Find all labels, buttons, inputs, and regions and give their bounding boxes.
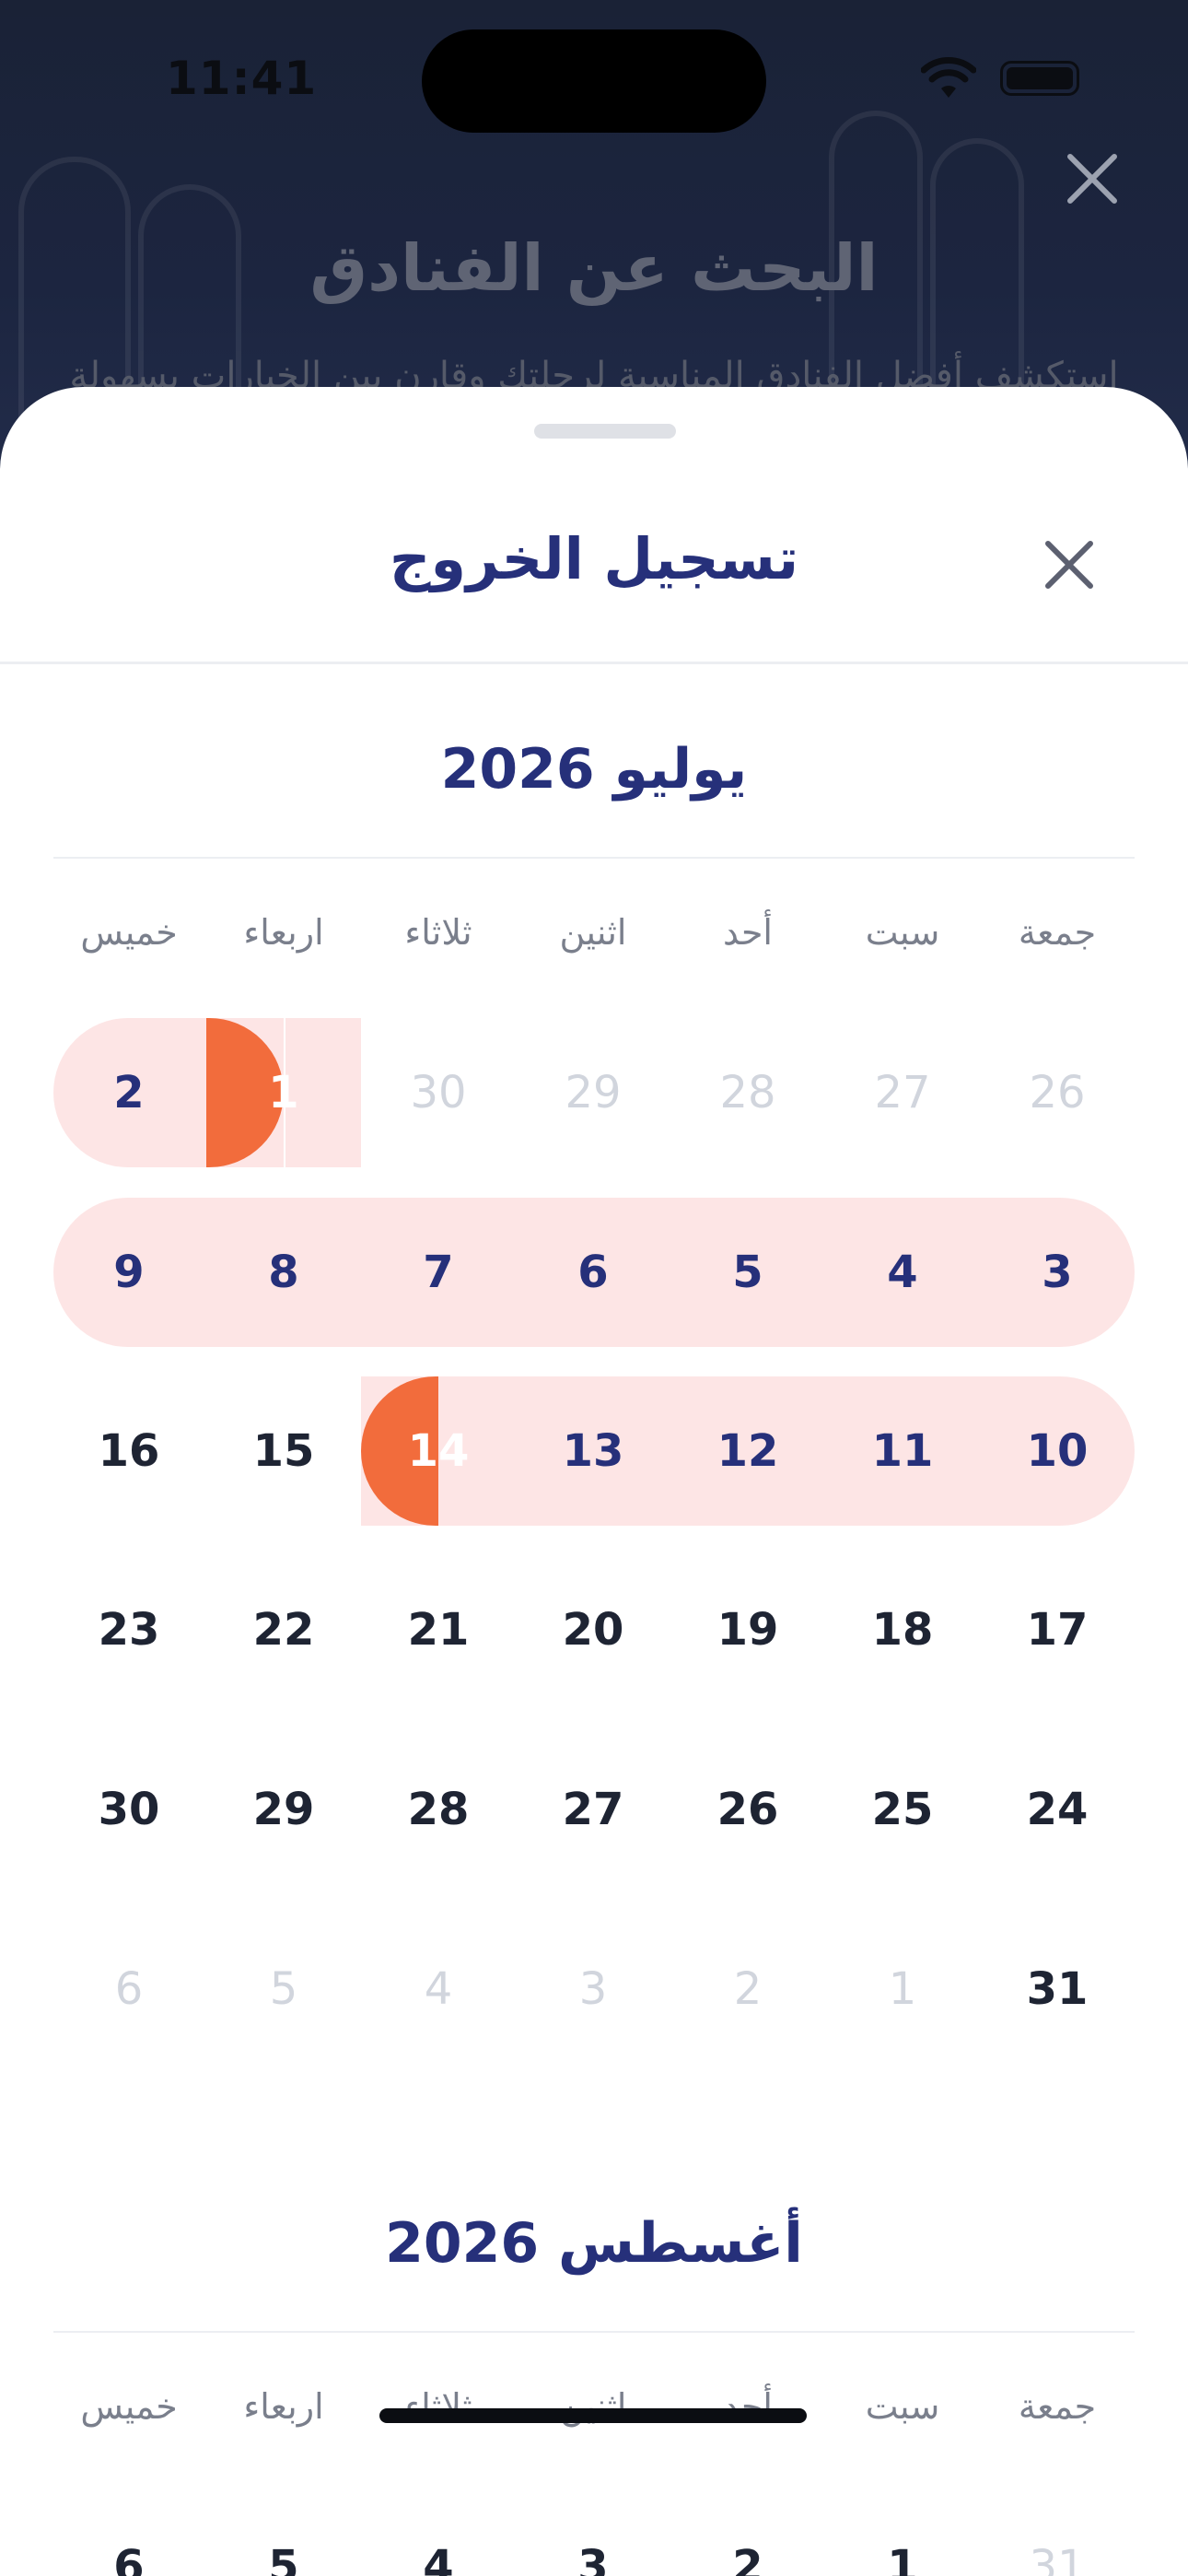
calendar-day: 3: [578, 1963, 608, 2015]
battery-icon: [1000, 61, 1079, 96]
calendar-day-checkin[interactable]: 1: [206, 1018, 361, 1167]
calendar-day[interactable]: 7: [361, 1198, 516, 1347]
weekday-label: خميس: [80, 2386, 178, 2427]
calendar-day[interactable]: 18: [825, 1555, 980, 1704]
weekday-label: جمعة: [1018, 912, 1097, 953]
calendar-day[interactable]: 26: [670, 1735, 825, 1884]
wifi-icon: [921, 57, 976, 98]
calendar-day[interactable]: 6: [52, 2492, 206, 2576]
calendar-day[interactable]: 10: [980, 1376, 1135, 1526]
weekday-label: جمعة: [1018, 2386, 1097, 2427]
calendar-day: 28: [719, 1067, 776, 1118]
calendar-day: 5: [269, 1963, 298, 2015]
calendar-day[interactable]: 30: [52, 1735, 206, 1884]
calendar-day[interactable]: 22: [206, 1555, 361, 1704]
weekday-label: أحد: [723, 912, 773, 953]
dynamic-island: [422, 29, 766, 133]
calendar-day[interactable]: 24: [980, 1735, 1135, 1884]
calendar-day: 27: [874, 1067, 931, 1118]
close-icon[interactable]: [1061, 147, 1124, 210]
calendar-day[interactable]: 6: [516, 1198, 670, 1347]
calendar-day: 29: [565, 1067, 622, 1118]
calendar-day[interactable]: 4: [825, 1198, 980, 1347]
weekday-label: اثنين: [559, 912, 627, 953]
calendar-day[interactable]: 29: [206, 1735, 361, 1884]
calendar-day[interactable]: 17: [980, 1555, 1135, 1704]
calendar-day[interactable]: 13: [516, 1376, 670, 1526]
calendar-day: 30: [410, 1067, 467, 1118]
calendar-day[interactable]: 16: [52, 1376, 206, 1526]
calendar-day: 31: [1029, 2541, 1086, 2576]
calendar-day: 4: [424, 1963, 453, 2015]
calendar-day: 2: [733, 1963, 763, 2015]
weekday-label: اربعاء: [243, 912, 324, 953]
home-indicator[interactable]: [379, 2408, 807, 2423]
calendar-day[interactable]: 23: [52, 1555, 206, 1704]
weekday-label: اربعاء: [243, 2386, 324, 2427]
calendar-day[interactable]: 9: [52, 1198, 206, 1347]
weekday-label: سبت: [865, 2386, 940, 2427]
month-title: يوليو 2026: [440, 737, 748, 802]
calendar-day[interactable]: 12: [670, 1376, 825, 1526]
calendar-day[interactable]: 1: [825, 2492, 980, 2576]
weekday-label: خميس: [80, 912, 178, 953]
calendar-day[interactable]: 20: [516, 1555, 670, 1704]
calendar-day[interactable]: 3: [516, 2492, 670, 2576]
background-title: البحث عن الفنادق: [309, 230, 879, 306]
checkout-date-sheet: تسجيل الخروج يوليو 2026 جمعة سبت أحد اثن…: [0, 387, 1188, 2576]
calendar-day[interactable]: 5: [670, 1198, 825, 1347]
status-time: 11:41: [166, 52, 318, 105]
calendar-day: 1: [888, 1963, 917, 2015]
close-icon[interactable]: [1039, 534, 1100, 595]
calendar-day[interactable]: 28: [361, 1735, 516, 1884]
sheet-title: تسجيل الخروج: [389, 525, 799, 592]
month-title: أغسطس 2026: [385, 2211, 803, 2276]
month-divider: [53, 2331, 1135, 2333]
calendar-day[interactable]: 27: [516, 1735, 670, 1884]
calendar-day[interactable]: 8: [206, 1198, 361, 1347]
sheet-grabber[interactable]: [534, 424, 676, 439]
calendar-day[interactable]: 31: [980, 1914, 1135, 2064]
calendar-day[interactable]: 15: [206, 1376, 361, 1526]
calendar-day[interactable]: 4: [361, 2492, 516, 2576]
calendar-day[interactable]: 2: [670, 2492, 825, 2576]
weekday-label: ثلاثاء: [404, 912, 472, 953]
calendar-day[interactable]: 2: [52, 1018, 206, 1167]
month-divider: [53, 857, 1135, 859]
calendar-day: 6: [114, 1963, 144, 2015]
calendar-day[interactable]: 3: [980, 1198, 1135, 1347]
calendar-day[interactable]: 11: [825, 1376, 980, 1526]
header-divider: [0, 662, 1188, 664]
weekday-label: سبت: [865, 912, 940, 953]
calendar-day[interactable]: 21: [361, 1555, 516, 1704]
calendar-day[interactable]: 25: [825, 1735, 980, 1884]
calendar-day[interactable]: 19: [670, 1555, 825, 1704]
calendar-day-checkout[interactable]: 14: [361, 1376, 516, 1526]
calendar-day: 26: [1029, 1067, 1086, 1118]
calendar-day[interactable]: 5: [206, 2492, 361, 2576]
